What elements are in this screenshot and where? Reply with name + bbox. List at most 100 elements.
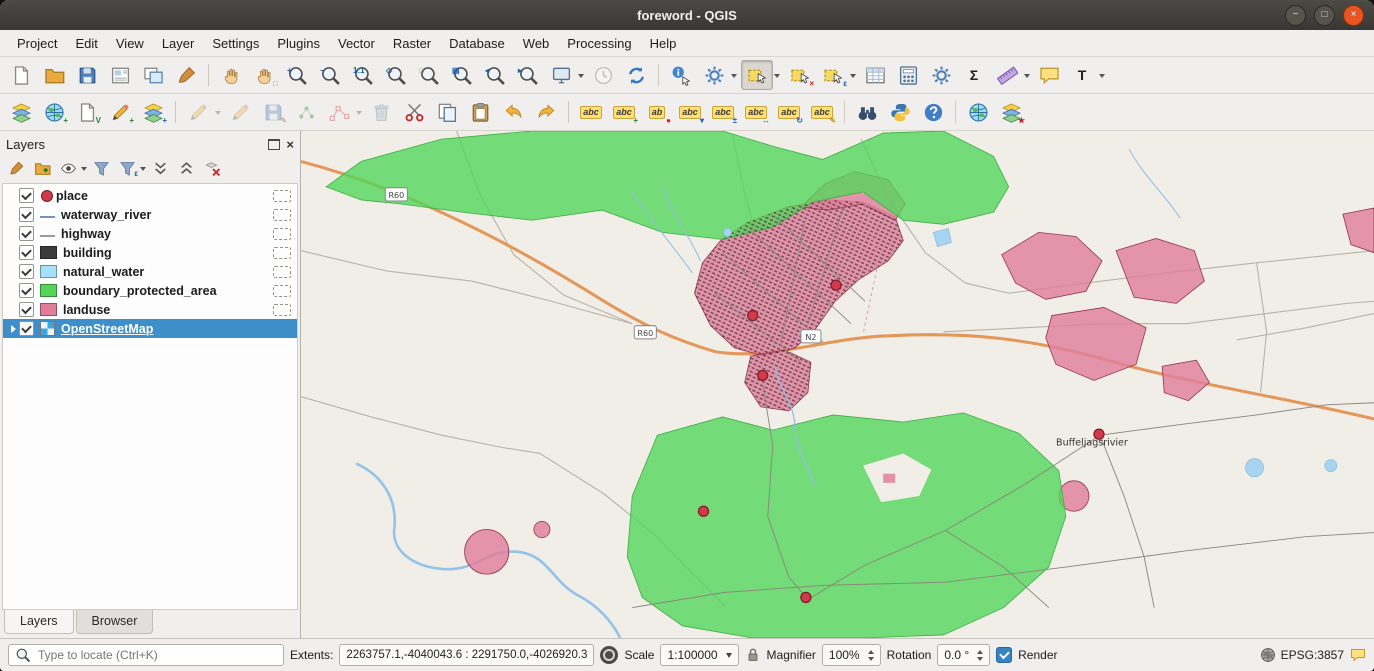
layer-row-boundary-protected-area[interactable]: boundary_protected_area: [3, 281, 297, 300]
tab-layers[interactable]: Layers: [4, 610, 74, 634]
add-vector-layer-button[interactable]: +: [39, 98, 69, 126]
vertex-tool-button[interactable]: [324, 98, 354, 126]
menu-help[interactable]: Help: [641, 33, 686, 54]
open-attribute-table-button[interactable]: [860, 61, 890, 89]
zoom-native-button[interactable]: 1:1: [348, 61, 378, 89]
map-view[interactable]: R60 R60 N2 Buffeljagsrivier: [301, 131, 1374, 638]
zoom-last-button[interactable]: ◂: [480, 61, 510, 89]
temporal-controller-button[interactable]: [588, 61, 618, 89]
spin-down-icon[interactable]: [977, 657, 983, 664]
undo-button[interactable]: [498, 98, 528, 126]
layer-checkbox[interactable]: [19, 321, 34, 336]
change-label-button[interactable]: abc ✎: [807, 98, 837, 126]
render-checkbox[interactable]: [996, 647, 1012, 663]
expand-all-button[interactable]: [148, 157, 172, 179]
menu-project[interactable]: Project: [8, 33, 66, 54]
identify-features-button[interactable]: [666, 61, 696, 89]
dock-close-button[interactable]: ×: [286, 138, 294, 151]
layer-row-waterway-river[interactable]: waterway_river: [3, 205, 297, 224]
layer-diagram-button[interactable]: abc +: [609, 98, 639, 126]
measure-button[interactable]: [992, 61, 1022, 89]
collapse-all-button[interactable]: [174, 157, 198, 179]
new-geopackage-layer-button[interactable]: V: [72, 98, 102, 126]
separator[interactable]: [840, 98, 849, 126]
spin-up-icon[interactable]: [977, 647, 983, 654]
select-features-button[interactable]: [741, 60, 773, 90]
maximize-button[interactable]: □: [1314, 5, 1335, 26]
layer-checkbox[interactable]: [19, 302, 34, 317]
zoom-out-button[interactable]: −: [315, 61, 345, 89]
zoom-in-button[interactable]: +: [282, 61, 312, 89]
new-map-view-button[interactable]: [546, 61, 576, 89]
open-layer-styling-button[interactable]: [4, 157, 28, 179]
delete-selected-button[interactable]: [366, 98, 396, 126]
save-project-button[interactable]: [72, 61, 102, 89]
show-hide-labels-button[interactable]: abc ±: [708, 98, 738, 126]
layer-checkbox[interactable]: [19, 283, 34, 298]
separator[interactable]: [564, 98, 573, 126]
layer-checkbox[interactable]: [19, 207, 34, 222]
options-button[interactable]: [926, 61, 956, 89]
layer-row-place[interactable]: place: [3, 186, 297, 205]
metasearch-button[interactable]: [852, 98, 882, 126]
messages-icon[interactable]: [1350, 647, 1366, 663]
rotate-label-button[interactable]: abc ↻: [774, 98, 804, 126]
layer-row-highway[interactable]: highway: [3, 224, 297, 243]
scale-combo[interactable]: 1:100000: [660, 644, 738, 666]
open-project-button[interactable]: [39, 61, 69, 89]
add-group-button[interactable]: [30, 157, 54, 179]
filter-by-expression-button[interactable]: ε: [115, 157, 139, 179]
dock-float-button[interactable]: [268, 139, 280, 150]
menu-layer[interactable]: Layer: [153, 33, 204, 54]
new-shapefile-layer-button[interactable]: +: [105, 98, 135, 126]
menu-vector[interactable]: Vector: [329, 33, 384, 54]
statistical-summary-button[interactable]: Σ: [959, 61, 989, 89]
current-edits-button[interactable]: [183, 98, 213, 126]
zoom-full-button[interactable]: ◇: [381, 61, 411, 89]
new-project-button[interactable]: [6, 61, 36, 89]
text-annotation-button[interactable]: T: [1067, 61, 1097, 89]
map-tips-button[interactable]: [1034, 61, 1064, 89]
select-by-expression-button[interactable]: ε: [818, 61, 848, 89]
menu-raster[interactable]: Raster: [384, 33, 440, 54]
new-virtual-layer-button[interactable]: +: [138, 98, 168, 126]
layer-row-openstreetmap[interactable]: OpenStreetMap: [3, 319, 297, 338]
menu-processing[interactable]: Processing: [558, 33, 640, 54]
extent-refresh-button[interactable]: [600, 646, 618, 664]
help-button[interactable]: [918, 98, 948, 126]
chevron-down-icon[interactable]: [726, 653, 732, 661]
run-feature-action-button[interactable]: [699, 61, 729, 89]
highlight-pinned-labels-button[interactable]: ab ●: [642, 98, 672, 126]
separator[interactable]: [654, 61, 663, 89]
save-layer-edits-button[interactable]: ✎: [258, 98, 288, 126]
layer-checkbox[interactable]: [19, 264, 34, 279]
zoom-next-button[interactable]: ▸: [513, 61, 543, 89]
field-calculator-button[interactable]: [893, 61, 923, 89]
lock-scale-icon[interactable]: [745, 647, 761, 663]
move-label-button[interactable]: abc ↔: [741, 98, 771, 126]
python-console-button[interactable]: [885, 98, 915, 126]
style-manager-button[interactable]: [171, 61, 201, 89]
titlebar[interactable]: foreword - QGIS −□×: [0, 0, 1374, 30]
menu-view[interactable]: View: [107, 33, 153, 54]
menu-settings[interactable]: Settings: [203, 33, 268, 54]
manage-map-themes-button[interactable]: [56, 157, 80, 179]
layer-row-natural-water[interactable]: natural_water: [3, 262, 297, 281]
locator-input[interactable]: [36, 647, 277, 663]
new-print-layout-button[interactable]: [105, 61, 135, 89]
show-layout-manager-button[interactable]: [138, 61, 168, 89]
map-canvas[interactable]: R60 R60 N2 Buffeljagsrivier: [301, 131, 1374, 638]
layer-checkbox[interactable]: [19, 188, 34, 203]
refresh-button[interactable]: [621, 61, 651, 89]
add-feature-button[interactable]: [291, 98, 321, 126]
zoom-to-layer-button[interactable]: ▤: [447, 61, 477, 89]
pan-map-button[interactable]: [216, 61, 246, 89]
toggle-editing-button[interactable]: [225, 98, 255, 126]
pin-labels-button[interactable]: abc ▾: [675, 98, 705, 126]
deselect-features-button[interactable]: ×: [785, 61, 815, 89]
copy-features-button[interactable]: [432, 98, 462, 126]
magnifier-spinbox[interactable]: 100%: [822, 644, 881, 666]
crs-status-button[interactable]: EPSG:3857: [1260, 647, 1344, 663]
paste-features-button[interactable]: [465, 98, 495, 126]
tab-browser[interactable]: Browser: [76, 610, 154, 634]
